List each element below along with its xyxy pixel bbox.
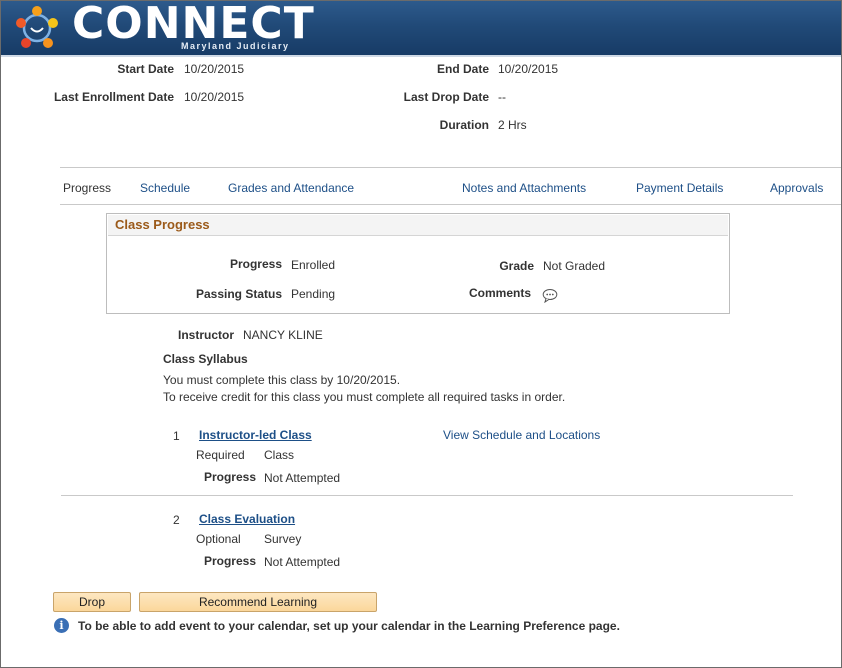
drop-button[interactable]: Drop <box>53 592 131 612</box>
tab-schedule[interactable]: Schedule <box>140 181 190 195</box>
tab-payment-details[interactable]: Payment Details <box>636 181 723 195</box>
tab-approvals[interactable]: Approvals <box>770 181 823 195</box>
passing-status-value: Pending <box>291 287 336 301</box>
start-date-value: 10/20/2015 <box>184 62 245 76</box>
start-date-label: Start Date <box>117 62 174 76</box>
last-enrollment-value: 10/20/2015 <box>184 90 245 104</box>
class-progress-header: Class Progress <box>108 215 728 236</box>
tab-progress[interactable]: Progress <box>63 181 111 195</box>
header-banner: CONNECT Maryland Judiciary <box>1 1 841 57</box>
task-2-title-link[interactable]: Class Evaluation <box>199 512 295 526</box>
task-2-requirement: Optional <box>196 532 241 546</box>
grade-value: Not Graded <box>543 259 606 273</box>
duration-value: 2 Hrs <box>498 118 527 132</box>
task-divider <box>61 495 793 496</box>
last-drop-value: -- <box>498 90 506 104</box>
brand-tagline: Maryland Judiciary <box>181 41 290 51</box>
syllabus-title: Class Syllabus <box>163 352 248 366</box>
duration-label: Duration <box>439 118 489 132</box>
info-icon: i <box>54 618 69 633</box>
tabs-bottom-divider <box>60 204 841 205</box>
task-2-number: 2 <box>173 513 180 527</box>
syllabus-line-1: You must complete this class by 10/20/20… <box>163 373 401 387</box>
last-drop-label: Last Drop Date <box>403 90 489 104</box>
tab-notes-and-attachments[interactable]: Notes and Attachments <box>462 181 586 195</box>
progress-value: Enrolled <box>291 258 336 272</box>
view-schedule-locations-link[interactable]: View Schedule and Locations <box>443 428 600 442</box>
comments-label: Comments <box>468 286 531 300</box>
task-1-type: Class <box>264 448 295 462</box>
syllabus-line-2: To receive credit for this class you mus… <box>163 390 566 404</box>
tabs-top-divider <box>60 167 841 168</box>
grade-label: Grade <box>499 259 534 273</box>
connect-logo-icon <box>16 6 58 48</box>
task-2-progress-label: Progress <box>203 554 256 568</box>
tab-grades-and-attendance[interactable]: Grades and Attendance <box>228 181 354 195</box>
instructor-name: NANCY KLINE <box>243 328 323 342</box>
class-progress-title: Class Progress <box>115 217 210 232</box>
calendar-info-text: To be able to add event to your calendar… <box>78 619 620 633</box>
task-1-progress-value: Not Attempted <box>264 471 341 485</box>
end-date-label: End Date <box>436 62 489 76</box>
comment-bubble-icon[interactable] <box>542 288 558 303</box>
task-1-title-link[interactable]: Instructor-led Class <box>199 428 312 442</box>
task-1-requirement: Required <box>196 448 245 462</box>
progress-label: Progress <box>229 257 282 271</box>
passing-status-label: Passing Status <box>195 287 282 301</box>
task-2-progress-value: Not Attempted <box>264 555 341 569</box>
end-date-value: 10/20/2015 <box>498 62 559 76</box>
recommend-learning-button[interactable]: Recommend Learning <box>139 592 377 612</box>
task-1-progress-label: Progress <box>203 470 256 484</box>
task-2-type: Survey <box>264 532 302 546</box>
last-enrollment-label: Last Enrollment Date <box>53 90 174 104</box>
instructor-label: Instructor <box>177 328 234 342</box>
page-frame: CONNECT Maryland Judiciary Start Date 10… <box>0 0 842 668</box>
task-1-number: 1 <box>173 429 180 443</box>
